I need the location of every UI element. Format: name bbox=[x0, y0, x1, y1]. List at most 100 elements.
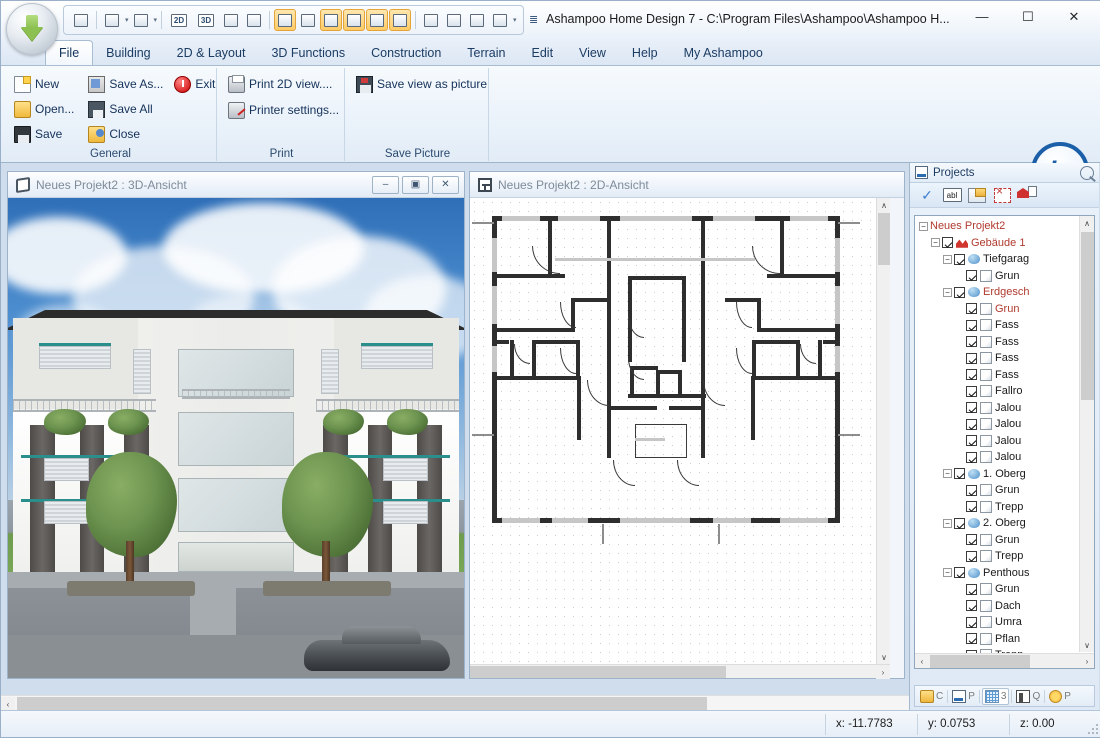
3d-render-viewport[interactable] bbox=[8, 198, 464, 678]
tree-node-checkbox[interactable] bbox=[966, 534, 977, 546]
tree-node[interactable]: Grun bbox=[915, 268, 1079, 285]
new-document-button[interactable] bbox=[70, 9, 92, 31]
tree-node-checkbox[interactable] bbox=[954, 253, 965, 265]
ribbon-tab-3d-functions[interactable]: 3D Functions bbox=[258, 40, 358, 65]
tree-node-checkbox[interactable] bbox=[966, 501, 977, 513]
plan-horizontal-scrollbar[interactable]: › bbox=[470, 664, 890, 679]
dropdown-caret-icon[interactable]: ▾ bbox=[125, 16, 129, 24]
tree-node-checkbox[interactable] bbox=[966, 418, 977, 430]
tree-node-checkbox[interactable] bbox=[966, 319, 977, 331]
project-tree[interactable]: − Neues Projekt2− Gebäude 1− Tiefgarag Grun −… bbox=[915, 218, 1079, 668]
window-3d-minimize[interactable]: – bbox=[372, 175, 399, 194]
tree-node[interactable]: − Erdgesch bbox=[915, 284, 1079, 301]
split-vertical-button[interactable] bbox=[243, 9, 265, 31]
view-2d-button[interactable]: 2D bbox=[166, 9, 192, 31]
window-3d-restore[interactable]: ▣ bbox=[402, 175, 429, 194]
save-as-button[interactable]: Save As... bbox=[85, 73, 163, 95]
tree-node[interactable]: Grun bbox=[915, 301, 1079, 318]
exit-button[interactable]: Exit bbox=[171, 73, 218, 95]
tree-node-checkbox[interactable] bbox=[966, 402, 977, 414]
dropdown-caret-icon[interactable]: ▾ bbox=[513, 16, 517, 24]
tree-horizontal-scrollbar[interactable]: ‹ › bbox=[915, 653, 1094, 668]
axis-snap-button[interactable] bbox=[366, 9, 389, 31]
print-2d-view-button[interactable]: Print 2D view.... bbox=[225, 73, 338, 95]
ribbon-tab-help[interactable]: Help bbox=[619, 40, 671, 65]
plan-vertical-scrollbar[interactable]: ∧ ∨ bbox=[876, 198, 890, 664]
ribbon-tab-construction[interactable]: Construction bbox=[358, 40, 454, 65]
ribbon-tab-building[interactable]: Building bbox=[93, 40, 163, 65]
tree-node-checkbox[interactable] bbox=[966, 583, 977, 595]
tree-expander-icon[interactable]: − bbox=[919, 221, 928, 231]
tree-node-checkbox[interactable] bbox=[966, 352, 977, 364]
plan-scroll-up[interactable]: ∧ bbox=[877, 198, 890, 212]
open-projects-tab[interactable]: C bbox=[918, 689, 945, 704]
printer-settings-button[interactable]: Printer settings... bbox=[225, 99, 339, 121]
show-grid-button[interactable] bbox=[274, 9, 297, 31]
tree-node[interactable]: Fass bbox=[915, 334, 1079, 351]
workspace-scroll-left[interactable]: ‹ bbox=[1, 697, 15, 711]
tree-node[interactable]: Umra bbox=[915, 614, 1079, 631]
tree-node-checkbox[interactable] bbox=[954, 468, 965, 480]
tree-vscroll-thumb[interactable] bbox=[1081, 232, 1094, 400]
tree-node-checkbox[interactable] bbox=[954, 567, 965, 579]
tree-expander-icon[interactable]: − bbox=[943, 254, 952, 264]
tree-node-checkbox[interactable] bbox=[954, 286, 965, 298]
tree-node-checkbox[interactable] bbox=[966, 550, 977, 562]
tree-node[interactable]: − Penthous bbox=[915, 565, 1079, 582]
2d-floorplan-viewport[interactable]: ∧ ∨ bbox=[470, 198, 890, 664]
new-button[interactable]: New bbox=[11, 73, 77, 95]
tree-node-checkbox[interactable] bbox=[966, 369, 977, 381]
tree-node[interactable]: Pflan bbox=[915, 631, 1079, 648]
tree-node[interactable]: Grun bbox=[915, 532, 1079, 549]
tree-node[interactable]: Jalou bbox=[915, 400, 1079, 417]
tree-node[interactable]: − 1. Oberg bbox=[915, 466, 1079, 483]
rename-button[interactable]: abl bbox=[942, 186, 962, 204]
split-horizontal-button[interactable] bbox=[220, 9, 242, 31]
tree-scroll-up[interactable]: ∧ bbox=[1080, 216, 1094, 230]
tree-node[interactable]: Fass bbox=[915, 317, 1079, 334]
tree-node-checkbox[interactable] bbox=[966, 270, 977, 282]
resize-grip[interactable] bbox=[1087, 723, 1099, 735]
ribbon-tab-view[interactable]: View bbox=[566, 40, 619, 65]
tree-node-checkbox[interactable] bbox=[942, 237, 953, 249]
ribbon-tab-terrain[interactable]: Terrain bbox=[454, 40, 518, 65]
copy-tool-button[interactable] bbox=[489, 9, 511, 31]
grid-tab[interactable]: 3 bbox=[981, 687, 1010, 705]
tree-node-checkbox[interactable] bbox=[966, 484, 977, 496]
select-pointer-snap-button[interactable] bbox=[320, 9, 343, 31]
tree-scroll-right[interactable]: › bbox=[1080, 654, 1094, 668]
maximize-button[interactable]: ☐ bbox=[1005, 1, 1051, 32]
auto-hide-pin-icon[interactable] bbox=[1080, 165, 1094, 180]
save-button[interactable]: Save bbox=[11, 123, 77, 145]
close-button-ribbon[interactable]: Close bbox=[85, 123, 163, 145]
tree-expander-icon[interactable]: − bbox=[943, 287, 952, 297]
tree-node-checkbox[interactable] bbox=[966, 451, 977, 463]
tree-scroll-left[interactable]: ‹ bbox=[915, 654, 929, 668]
workspace-horizontal-scrollbar[interactable]: ‹ bbox=[1, 695, 909, 711]
tree-node[interactable]: Jalou bbox=[915, 433, 1079, 450]
arrow-select-button[interactable] bbox=[389, 9, 412, 31]
minimize-button[interactable]: — bbox=[959, 1, 1005, 32]
window-3d-close[interactable]: ✕ bbox=[432, 175, 459, 194]
workspace-hscroll-thumb[interactable] bbox=[17, 697, 707, 711]
save-all-button[interactable]: Save All bbox=[85, 98, 163, 120]
tree-node-checkbox[interactable] bbox=[966, 616, 977, 628]
lighting-tab[interactable]: P bbox=[1047, 689, 1073, 704]
tree-node[interactable]: − 2. Oberg bbox=[915, 515, 1079, 532]
tree-node[interactable]: Trepp bbox=[915, 499, 1079, 516]
walls-tool-button[interactable] bbox=[343, 9, 366, 31]
undo-button[interactable] bbox=[101, 9, 123, 31]
tree-node[interactable]: Jalou bbox=[915, 416, 1079, 433]
tree-expander-icon[interactable]: − bbox=[931, 238, 940, 248]
projects-tab[interactable]: P bbox=[950, 689, 977, 704]
window-2d-title-bar[interactable]: Neues Projekt2 : 2D-Ansicht bbox=[470, 172, 904, 198]
add-building-button[interactable] bbox=[1017, 186, 1037, 204]
tree-node[interactable]: Grun bbox=[915, 581, 1079, 598]
close-button[interactable]: ✕ bbox=[1051, 1, 1097, 32]
plan-scroll-right[interactable]: › bbox=[876, 665, 890, 679]
tree-expander-icon[interactable]: − bbox=[943, 518, 952, 528]
tree-scroll-down[interactable]: ∨ bbox=[1080, 638, 1094, 652]
tree-node-checkbox[interactable] bbox=[954, 517, 965, 529]
tree-vertical-scrollbar[interactable]: ∧ ∨ bbox=[1079, 216, 1094, 652]
tree-node-checkbox[interactable] bbox=[966, 303, 977, 315]
